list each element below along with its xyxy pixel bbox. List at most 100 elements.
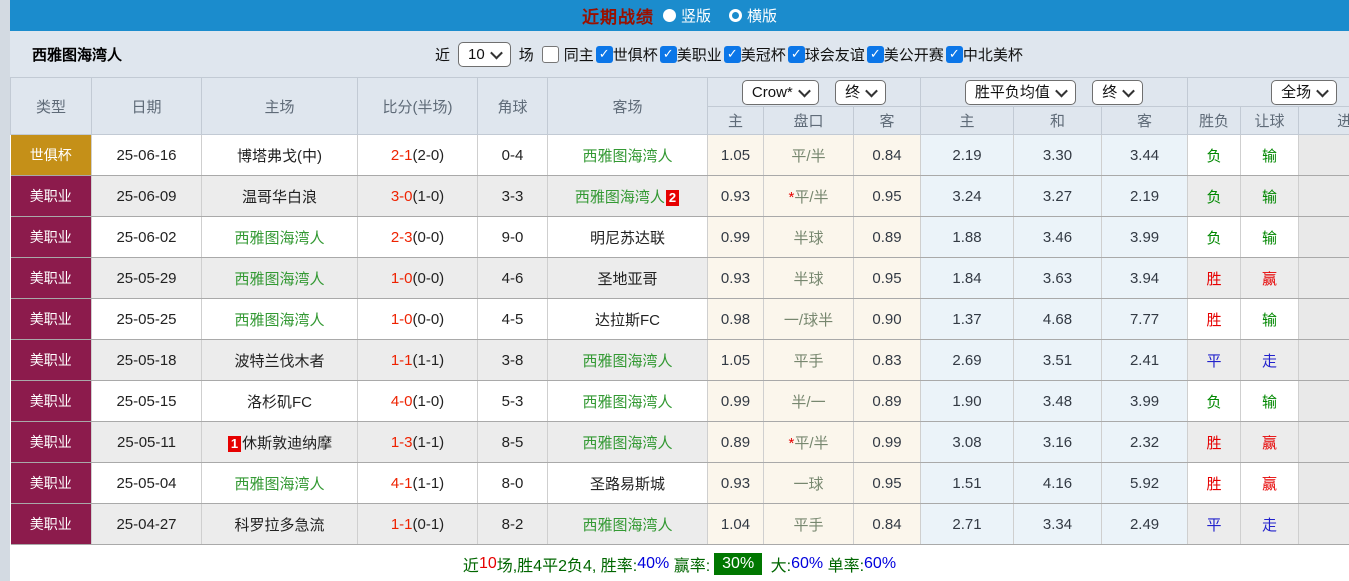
wdl-draw-odds-cell: 3.46: [1014, 217, 1102, 258]
table-body: 世俱杯25-06-16博塔弗戈(中)2-1(2-0)0-4西雅图海湾人1.05平…: [11, 135, 1349, 545]
scope-select[interactable]: 全场: [1271, 80, 1337, 105]
team-name: 西雅图海湾人: [234, 312, 324, 329]
league-checkbox-checked[interactable]: ✓: [660, 46, 677, 63]
same-home-checkbox[interactable]: [542, 46, 559, 63]
match-row: 美职业25-05-18波特兰伐木者1-1(1-1)3-8西雅图海湾人1.05平手…: [11, 340, 1349, 381]
filters: 近 10 场 同主 ✓世俱杯✓美职业✓美冠杯✓球会友谊✓美公开赛✓中北美杯: [435, 42, 1023, 67]
away-team-cell: 西雅图海湾人2: [548, 176, 708, 217]
wdl-draw-odds-cell: 3.51: [1014, 340, 1102, 381]
league-checkbox-checked[interactable]: ✓: [724, 46, 741, 63]
match-row: 美职业25-04-27科罗拉多急流1-1(0-1)8-2西雅图海湾人1.04平手…: [11, 504, 1349, 545]
odds-provider-value: Crow*: [752, 83, 793, 102]
odds-state-select[interactable]: 终: [835, 80, 886, 105]
handicap-line-cell: 半/一: [764, 381, 854, 422]
match-row: 美职业25-05-15洛杉矶FC4-0(1-0)5-3西雅图海湾人0.99半/一…: [11, 381, 1349, 422]
league-checkbox-checked[interactable]: ✓: [596, 46, 613, 63]
layout-option-vertical[interactable]: 竖版: [663, 5, 711, 26]
league-checkbox-checked[interactable]: ✓: [946, 46, 963, 63]
league-filter-list: ✓世俱杯✓美职业✓美冠杯✓球会友谊✓美公开赛✓中北美杯: [594, 44, 1023, 65]
result-handicap-cell: 输: [1241, 381, 1299, 422]
wdl-away-odds-cell: 2.19: [1102, 176, 1188, 217]
wdl-state-select[interactable]: 终: [1092, 80, 1143, 105]
league-filter: ✓美公开赛: [867, 44, 944, 65]
crown-away-odds-cell: 0.95: [854, 176, 921, 217]
date-cell: 25-04-27: [92, 504, 202, 545]
wdl-draw-odds-cell: 4.68: [1014, 299, 1102, 340]
sub-header-crown-away: 客: [854, 107, 921, 135]
crown-away-odds-cell: 0.89: [854, 217, 921, 258]
wdl-group-header: 胜平负均值 终: [921, 78, 1188, 107]
away-team-cell: 西雅图海湾人: [548, 135, 708, 176]
wdl-away-odds-cell: 2.32: [1102, 422, 1188, 463]
team-name: 圣路易斯城: [590, 476, 665, 493]
wdl-away-odds-cell: 2.49: [1102, 504, 1188, 545]
chevron-down-icon: [1055, 84, 1068, 97]
crown-away-odds-cell: 0.84: [854, 135, 921, 176]
chevron-down-icon: [865, 84, 878, 97]
near-label: 近: [435, 44, 450, 65]
wdl-provider-select[interactable]: 胜平负均值: [965, 80, 1076, 105]
score-cell: 3-0(1-0): [358, 176, 478, 217]
handicap-line-cell: 平/半: [764, 135, 854, 176]
league-type-cell: 美职业: [11, 176, 92, 217]
result-handicap-cell: 输: [1241, 217, 1299, 258]
crown-away-odds-cell: 0.95: [854, 258, 921, 299]
half-score: (1-0): [413, 393, 445, 410]
radio-unselected-icon[interactable]: [729, 9, 742, 22]
league-checkbox-checked[interactable]: ✓: [867, 46, 884, 63]
wdl-home-odds-cell: 1.37: [921, 299, 1014, 340]
result-goals-cell: 大: [1299, 217, 1349, 258]
full-score: 2-1: [391, 147, 413, 164]
home-team-cell: 科罗拉多急流: [202, 504, 358, 545]
score-cell: 4-1(1-1): [358, 463, 478, 504]
summary-bar: 近10场,胜4平2负4, 胜率:40% 赢率:30% 大:60% 单率:60%: [10, 545, 1349, 581]
result-handicap-cell: 走: [1241, 504, 1299, 545]
date-cell: 25-05-25: [92, 299, 202, 340]
full-score: 1-0: [391, 270, 413, 287]
date-cell: 25-05-29: [92, 258, 202, 299]
wdl-home-odds-cell: 2.71: [921, 504, 1014, 545]
league-type-cell: 美职业: [11, 504, 92, 545]
full-score: 3-0: [391, 188, 413, 205]
layout-option-horizontal[interactable]: 横版: [729, 5, 777, 26]
wdl-draw-odds-cell: 3.16: [1014, 422, 1102, 463]
summary-near: 近: [463, 552, 479, 576]
league-label: 美公开赛: [884, 44, 944, 65]
league-checkbox-checked[interactable]: ✓: [788, 46, 805, 63]
result-wdl-cell: 负: [1188, 217, 1241, 258]
col-header-date: 日期: [92, 78, 202, 135]
team-name: 西雅图海湾人: [582, 435, 672, 452]
wdl-state-value: 终: [1102, 83, 1117, 102]
away-team-cell: 圣地亚哥: [548, 258, 708, 299]
match-row: 美职业25-05-04西雅图海湾人4-1(1-1)8-0圣路易斯城0.93一球0…: [11, 463, 1349, 504]
full-score: 1-1: [391, 352, 413, 369]
score-cell: 1-0(0-0): [358, 258, 478, 299]
result-goals-cell: 小: [1299, 340, 1349, 381]
league-type-cell: 美职业: [11, 463, 92, 504]
odds-provider-select[interactable]: Crow*: [742, 80, 819, 105]
result-wdl-cell: 平: [1188, 340, 1241, 381]
radio-selected-icon[interactable]: [663, 9, 676, 22]
team-name: 西雅图海湾人: [582, 517, 672, 534]
corner-cell: 9-0: [478, 217, 548, 258]
wdl-away-odds-cell: 2.41: [1102, 340, 1188, 381]
vertical-label: 竖版: [681, 5, 711, 26]
score-cell: 2-3(0-0): [358, 217, 478, 258]
wdl-home-odds-cell: 1.90: [921, 381, 1014, 422]
half-score: (0-0): [413, 270, 445, 287]
handicap-line-cell: 一球: [764, 463, 854, 504]
team-name: 西雅图海湾人: [582, 394, 672, 411]
col-header-home: 主场: [202, 78, 358, 135]
score-cell: 4-0(1-0): [358, 381, 478, 422]
full-score: 1-3: [391, 434, 413, 451]
date-cell: 25-05-04: [92, 463, 202, 504]
games-count-select[interactable]: 10: [458, 42, 511, 67]
games-count-value: 10: [468, 45, 485, 64]
match-row: 美职业25-05-29西雅图海湾人1-0(0-0)4-6圣地亚哥0.93半球0.…: [11, 258, 1349, 299]
corner-cell: 4-5: [478, 299, 548, 340]
match-row: 美职业25-05-111休斯敦迪纳摩1-3(1-1)8-5西雅图海湾人0.89*…: [11, 422, 1349, 463]
away-team-cell: 西雅图海湾人: [548, 504, 708, 545]
col-header-corner: 角球: [478, 78, 548, 135]
result-wdl-cell: 平: [1188, 504, 1241, 545]
full-score: 1-1: [391, 516, 413, 533]
